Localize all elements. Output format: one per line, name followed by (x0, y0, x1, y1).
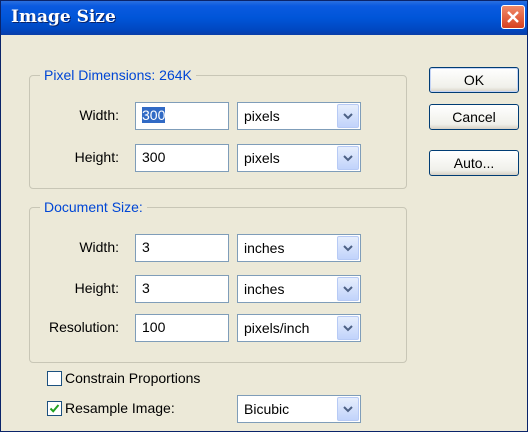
resample-image-label: Resample Image: (65, 400, 175, 417)
resolution-unit-value: pixels/inch (244, 320, 310, 336)
resample-image-checkbox[interactable] (47, 400, 62, 416)
doc-height-unit-value: inches (244, 281, 285, 297)
close-button[interactable] (501, 5, 525, 29)
dropdown-button[interactable] (337, 316, 359, 340)
doc-width-unit-value: inches (244, 240, 285, 256)
pixel-dimensions-legend: Pixel Dimensions: 264K (44, 67, 192, 83)
dropdown-button[interactable] (337, 397, 359, 421)
chevron-down-icon (343, 245, 353, 252)
image-size-dialog: Image Size Pixel Dimensions: 264K Width:… (0, 0, 528, 432)
pixel-height-input[interactable]: 300 (135, 144, 229, 172)
constrain-proportions-checkbox[interactable] (47, 370, 62, 386)
close-icon (507, 11, 519, 23)
chevron-down-icon (343, 406, 353, 413)
doc-width-input[interactable]: 3 (135, 234, 229, 262)
pixel-height-unit-select[interactable]: pixels (237, 144, 361, 172)
pixel-height-unit-value: pixels (244, 150, 280, 166)
chevron-down-icon (343, 286, 353, 293)
pixel-width-label: Width: (79, 107, 119, 123)
chevron-down-icon (343, 113, 353, 120)
cancel-button[interactable]: Cancel (429, 104, 519, 130)
resolution-label: Resolution: (48, 319, 119, 335)
document-size-legend: Document Size: (44, 199, 143, 215)
chevron-down-icon (343, 325, 353, 332)
dropdown-button[interactable] (337, 236, 359, 260)
pixel-width-unit-select[interactable]: pixels (237, 102, 361, 130)
resolution-unit-select[interactable]: pixels/inch (237, 314, 361, 342)
pixel-width-unit-value: pixels (244, 108, 280, 124)
pixel-height-label: Height: (74, 149, 119, 165)
auto-button[interactable]: Auto... (429, 150, 519, 176)
dropdown-button[interactable] (337, 277, 359, 301)
resample-image-row[interactable]: Resample Image: (47, 399, 175, 416)
resample-method-select[interactable]: Bicubic (237, 395, 361, 423)
chevron-down-icon (343, 155, 353, 162)
dropdown-button[interactable] (337, 146, 359, 170)
doc-height-label: Height: (74, 280, 119, 296)
resample-method-value: Bicubic (244, 401, 290, 417)
constrain-proportions-row[interactable]: Constrain Proportions (47, 369, 200, 386)
constrain-proportions-label: Constrain Proportions (65, 370, 201, 387)
dialog-title: Image Size (11, 7, 116, 27)
checkmark-icon (49, 404, 60, 413)
doc-height-input[interactable]: 3 (135, 275, 229, 303)
resolution-input[interactable]: 100 (135, 314, 229, 342)
ok-button[interactable]: OK (429, 67, 519, 93)
dropdown-button[interactable] (337, 104, 359, 128)
pixel-width-input[interactable]: 300 (135, 102, 229, 130)
doc-height-unit-select[interactable]: inches (237, 275, 361, 303)
doc-width-unit-select[interactable]: inches (237, 234, 361, 262)
doc-width-label: Width: (79, 239, 119, 255)
title-bar[interactable]: Image Size (1, 1, 527, 35)
